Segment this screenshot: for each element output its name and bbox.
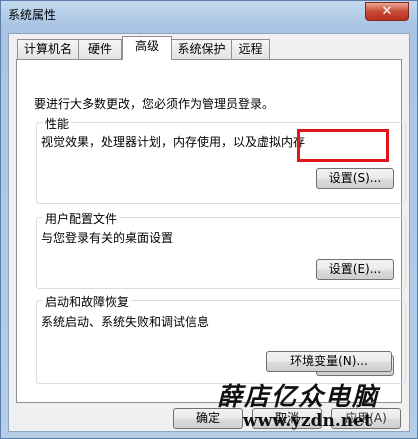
- title-bar[interactable]: 系统属性 ✕: [1, 1, 418, 27]
- tab-system-protection[interactable]: 系统保护: [171, 39, 232, 59]
- close-button[interactable]: ✕: [365, 2, 409, 21]
- startup-recovery-group-title: 启动和故障恢复: [43, 293, 132, 310]
- close-icon: ✕: [381, 4, 393, 19]
- performance-settings-button[interactable]: 设置(S)...: [316, 168, 394, 189]
- tab-advanced[interactable]: 高级: [122, 36, 172, 60]
- performance-description: 视觉效果，处理器计划，内存使用，以及虚拟内存: [41, 135, 306, 149]
- highlight-frame: [297, 129, 389, 162]
- tab-remote[interactable]: 远程: [231, 39, 270, 59]
- startup-recovery-description: 系统启动、系统失败和调试信息: [41, 315, 210, 329]
- admin-notice: 要进行大多数更改，您必须作为管理员登录。: [34, 97, 275, 111]
- performance-group-title: 性能: [43, 115, 72, 132]
- user-profile-description: 与您登录有关的桌面设置: [41, 231, 174, 245]
- user-profile-group-title: 用户配置文件: [43, 210, 120, 227]
- tab-hardware[interactable]: 硬件: [78, 39, 122, 59]
- watermark-url: www.yzdn.net: [243, 411, 372, 431]
- window-title: 系统属性: [8, 8, 57, 22]
- user-profile-group: 用户配置文件 与您登录有关的桌面设置 设置(E)...: [36, 210, 406, 289]
- user-profile-settings-button[interactable]: 设置(E)...: [316, 259, 394, 280]
- watermark-brand: 薛店亿众电脑: [217, 382, 380, 411]
- environment-variables-button[interactable]: 环境变量(N)...: [266, 351, 392, 372]
- tab-computer-name[interactable]: 计算机名: [17, 39, 79, 59]
- system-properties-window: 系统属性 ✕ 计算机名 硬件 高级 系统保护 远程 要进行大多数更改，您必须作为…: [0, 0, 418, 439]
- dialog-client-area: 计算机名 硬件 高级 系统保护 远程 要进行大多数更改，您必须作为管理员登录。 …: [8, 33, 410, 432]
